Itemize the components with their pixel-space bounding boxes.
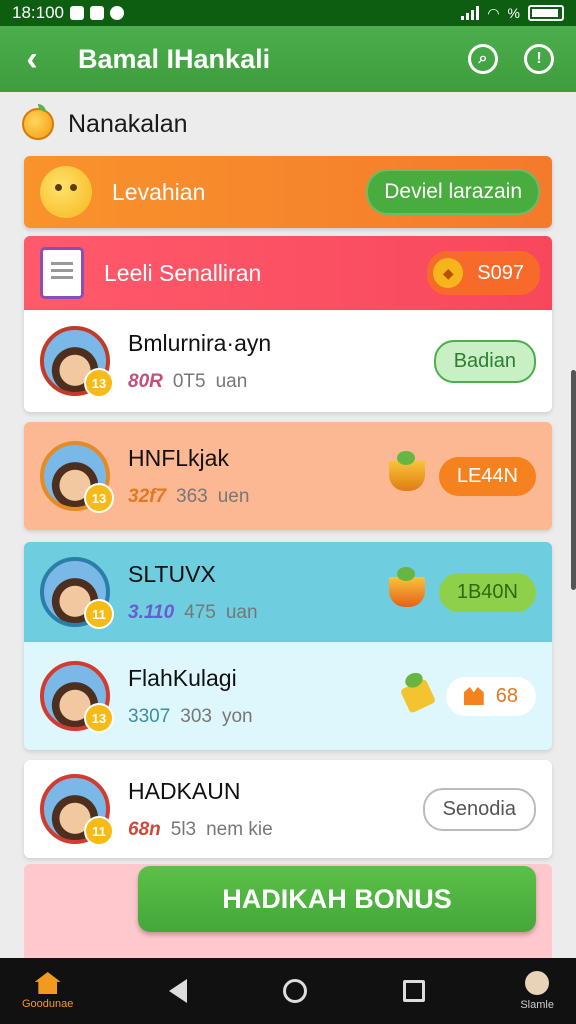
item-action-button[interactable]: Badian (433, 339, 536, 383)
fruit-bowl-icon (388, 567, 425, 607)
item-unit: yon (221, 705, 253, 727)
battery-icon (528, 5, 564, 21)
level-badge: 11 (84, 816, 114, 846)
level-badge: 11 (84, 599, 114, 629)
item-action-button[interactable]: LE44N (438, 456, 536, 496)
item-unit: uen (217, 485, 250, 507)
wifi-icon: ◠ (487, 4, 500, 21)
back-button[interactable]: ‹ (0, 26, 64, 92)
location-icon (110, 6, 124, 20)
item-name: Bmlurnira·ayn (128, 329, 272, 356)
home-icon (34, 972, 61, 994)
item-count: 363 (176, 485, 208, 507)
profile-icon (525, 971, 550, 995)
list-item[interactable]: 13 HNFLkjak 32f7 363 uen LE44N (24, 422, 552, 530)
ticket-icon (399, 678, 436, 714)
orange-icon (22, 104, 54, 140)
item-price: 68n (128, 818, 161, 840)
item-count: 5l3 (170, 818, 197, 840)
item-action-button[interactable]: 1B40N (438, 572, 536, 612)
list-header-badge[interactable]: ◆ S097 (427, 251, 540, 295)
item-name: FlahKulagi (128, 664, 237, 691)
item-unit: nem kie (206, 818, 273, 840)
nav-profile[interactable]: Slamle (520, 971, 554, 1011)
gift-icon (463, 687, 484, 705)
list-header-badge-value: S097 (477, 261, 524, 284)
bonus-button[interactable]: HADIKAH BONUS (138, 866, 536, 932)
info-icon[interactable]: ! (524, 44, 554, 74)
item-unit: uan (225, 601, 258, 623)
item-action-button[interactable]: Senodia (422, 787, 536, 831)
notification-icon (90, 6, 104, 20)
item-count: 0T5 (172, 370, 206, 392)
level-badge: 13 (84, 703, 114, 733)
item-unit: uan (215, 370, 248, 392)
status-time: 18:100 (12, 3, 64, 22)
signal-icon (461, 6, 480, 20)
promo-banner-text: Levahian (112, 178, 206, 205)
item-price: 3.110 (128, 601, 175, 623)
item-price: 32f7 (128, 485, 167, 507)
coin-icon: ◆ (433, 258, 464, 288)
app-bar: ‹ Bamal ⁠IHankali ⌕ ! (0, 26, 576, 92)
item-price: 80R (128, 370, 163, 392)
list-item[interactable]: 11 HADKAUN 68n 5l3 nem kie Senodia (24, 760, 552, 858)
item-action-label: 68 (495, 684, 518, 707)
nav-home-label: Goodunae (22, 998, 74, 1010)
item-name: HNFLkjak (128, 444, 229, 471)
item-name: HADKAUN (128, 777, 241, 804)
promo-banner-button[interactable]: Deviel larazain (366, 169, 540, 215)
list-header-banner[interactable]: Leeli Senalliran ◆ S097 (24, 236, 552, 310)
fruit-basket-icon (388, 451, 425, 491)
promo-banner[interactable]: Levahian Deviel larazain (24, 156, 552, 228)
back-nav-icon[interactable] (169, 979, 188, 1003)
avatar: 11 (40, 557, 114, 629)
nav-home[interactable]: Goodunae (22, 972, 73, 1010)
notification-icon (70, 6, 84, 20)
battery-percent: % (507, 5, 520, 21)
section-header: Nanakalan (22, 104, 188, 140)
level-badge: 13 (84, 483, 114, 513)
avatar: 13 (40, 661, 114, 733)
avatar: 13 (40, 326, 114, 398)
section-title: Nanakalan (68, 109, 188, 138)
mascot-icon (40, 166, 92, 218)
list-item[interactable]: 11 SLTUVX 3.110 475 uan 1B40N (24, 542, 552, 642)
item-name: SLTUVX (128, 560, 216, 587)
avatar: 13 (40, 441, 114, 513)
bottom-nav: Goodunae Slamle (0, 958, 576, 1024)
item-count: 475 (184, 601, 216, 623)
item-price: 3307 (128, 705, 171, 727)
recents-nav-icon[interactable] (402, 980, 425, 1002)
list-header-text: Leeli Senalliran (104, 259, 262, 286)
list-item[interactable]: 13 FlahKulagi 3307 303 yon 68 (24, 642, 552, 750)
scrollbar[interactable] (571, 370, 576, 590)
list-item[interactable]: 13 Bmlurnira·ayn 80R 0T5 uan Badian (24, 310, 552, 412)
page-title: Bamal ⁠IHankali (78, 43, 271, 74)
level-badge: 13 (84, 368, 114, 398)
item-action-button[interactable]: 68 (445, 676, 536, 716)
search-icon[interactable]: ⌕ (468, 44, 498, 74)
document-icon (40, 247, 84, 299)
item-count: 303 (180, 705, 212, 727)
avatar: 11 (40, 774, 114, 846)
nav-profile-label: Slamle (520, 999, 554, 1011)
home-nav-icon[interactable] (282, 979, 307, 1003)
status-bar: 18:100 ◠ % (0, 0, 576, 26)
